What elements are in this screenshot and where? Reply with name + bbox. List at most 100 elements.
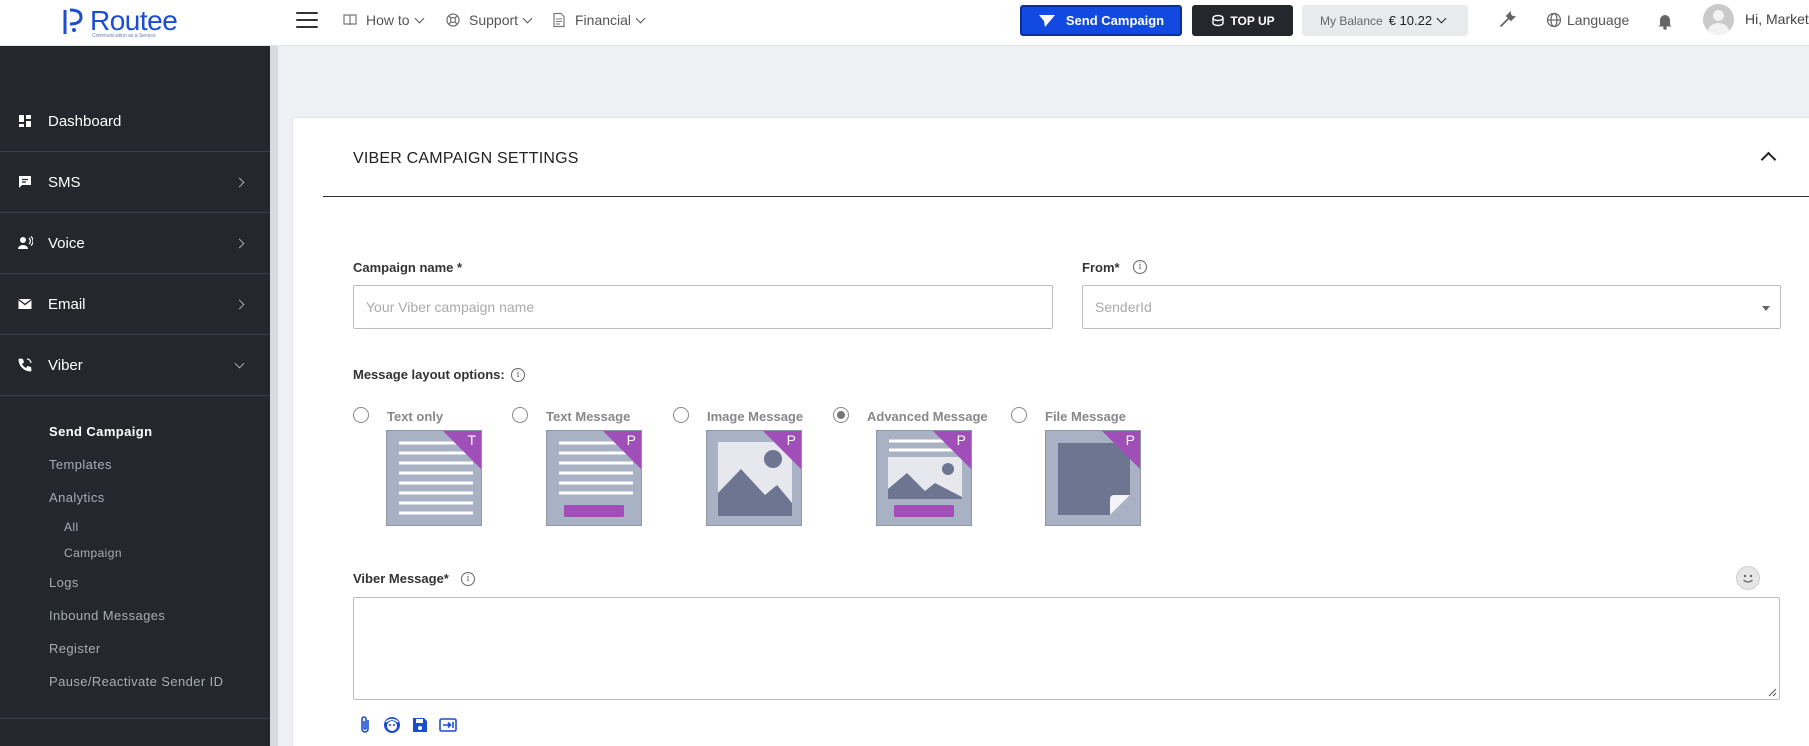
chevron-down-icon (234, 358, 245, 368)
radio-file-message[interactable] (1011, 407, 1027, 423)
sidebar-item-dashboard[interactable]: Dashboard (0, 91, 270, 152)
layout-file-message-thumbnail[interactable]: P (1045, 430, 1141, 526)
from-select[interactable]: SenderId (1082, 285, 1781, 329)
sidebar-item-sms[interactable]: SMS (0, 152, 270, 213)
chevron-down-icon (1436, 13, 1447, 24)
badge-letter: T (467, 432, 476, 448)
top-up-label: TOP UP (1230, 13, 1275, 28)
sidebar-sub-register[interactable]: Register (49, 641, 101, 656)
chevron-right-icon (234, 299, 245, 309)
chevron-right-icon (234, 177, 245, 187)
send-campaign-button[interactable]: Send Campaign (1020, 5, 1182, 36)
from-label: From* (1082, 260, 1120, 275)
sidebar-sub-all[interactable]: All (64, 520, 79, 534)
balance-value: € 10.22 (1388, 13, 1433, 28)
send-campaign-label: Send Campaign (1065, 13, 1165, 28)
layout-advanced-message-thumbnail[interactable]: P (876, 430, 972, 526)
language-label: Language (1567, 12, 1630, 28)
menu-toggle-icon[interactable] (296, 12, 318, 30)
resize-handle-icon[interactable] (1767, 687, 1777, 697)
radio-image-message[interactable] (673, 407, 689, 423)
page-title: VIBER CAMPAIGN SETTINGS (353, 150, 579, 167)
title-divider (323, 196, 1809, 197)
info-icon[interactable]: i (511, 368, 525, 382)
user-greeting[interactable]: Hi, Marketi (1745, 11, 1809, 27)
layout-text-message-thumbnail[interactable]: P (546, 430, 642, 526)
info-icon[interactable]: i (461, 572, 475, 586)
badge-letter: P (1125, 432, 1135, 448)
sidebar-item-label: SMS (48, 173, 81, 191)
campaign-name-input[interactable]: Your Viber campaign name (353, 285, 1053, 329)
radio-advanced-message[interactable] (833, 407, 849, 423)
mail-icon (18, 298, 32, 309)
sidebar-sub-analytics[interactable]: Analytics (49, 490, 105, 505)
nav-financial[interactable]: Financial (551, 0, 646, 40)
sidebar-divider (270, 46, 278, 746)
viber-message-label: Viber Message* (353, 571, 449, 586)
layout-file-message-label[interactable]: File Message (1045, 409, 1126, 424)
save-icon[interactable] (410, 715, 430, 735)
info-icon[interactable]: i (1133, 260, 1147, 274)
layout-image-message-thumbnail[interactable]: P (706, 430, 802, 526)
balance-dropdown[interactable]: My Balance € 10.22 (1302, 5, 1468, 36)
radio-text-message[interactable] (512, 407, 528, 423)
voice-icon (18, 236, 33, 249)
sidebar-sub-send-campaign[interactable]: Send Campaign (49, 424, 152, 439)
layout-options-label: Message layout options: (353, 367, 505, 382)
emoji-picker-icon[interactable] (1736, 566, 1760, 590)
sidebar-divider-line (0, 718, 270, 719)
layout-text-only-label[interactable]: Text only (387, 409, 443, 424)
caret-down-icon (1762, 306, 1770, 311)
layout-text-message-label[interactable]: Text Message (546, 409, 630, 424)
routee-logo-icon (63, 8, 83, 34)
chat-icon (19, 176, 31, 188)
globe-icon (1546, 12, 1562, 28)
layout-text-only-thumbnail[interactable]: T (386, 430, 482, 526)
nav-how-to[interactable]: How to (342, 0, 425, 40)
sidebar-sub-logs[interactable]: Logs (49, 575, 79, 590)
radio-text-only[interactable] (353, 407, 369, 423)
sidebar-sub-templates[interactable]: Templates (49, 457, 112, 472)
phone-icon (18, 358, 32, 372)
nav-how-to-label: How to (366, 12, 410, 28)
lifebuoy-icon (446, 13, 460, 27)
chevron-right-icon (234, 238, 245, 248)
nav-support[interactable]: Support (445, 0, 533, 40)
coins-icon (1212, 14, 1225, 26)
nav-support-label: Support (469, 12, 519, 28)
viber-message-textarea[interactable] (353, 597, 1780, 700)
bell-icon[interactable] (1657, 12, 1673, 30)
top-up-button[interactable]: TOP UP (1192, 5, 1293, 36)
chevron-down-icon (635, 13, 646, 23)
sidebar-sub-campaign[interactable]: Campaign (64, 546, 122, 560)
chevron-down-icon (414, 13, 425, 23)
sidebar-sub-inbound[interactable]: Inbound Messages (49, 608, 165, 623)
dashboard-icon (19, 115, 31, 127)
sidebar-item-label: Viber (48, 356, 83, 374)
paperclip-icon[interactable] (355, 715, 375, 735)
campaign-name-label: Campaign name * (353, 260, 463, 275)
sidebar-item-voice[interactable]: Voice (0, 213, 270, 274)
layout-advanced-message-label[interactable]: Advanced Message (867, 409, 988, 424)
sidebar-item-label: Email (48, 295, 86, 313)
avatar[interactable] (1703, 4, 1734, 35)
tools-icon[interactable] (1497, 10, 1517, 30)
paper-plane-icon (1038, 14, 1055, 27)
language-selector[interactable]: Language (1546, 0, 1629, 40)
sidebar-item-label: Voice (48, 234, 85, 252)
badge-letter: P (626, 432, 636, 448)
chevron-down-icon (522, 13, 533, 23)
sidebar-sub-pause-sender[interactable]: Pause/Reactivate Sender ID (49, 674, 223, 689)
personalize-icon[interactable] (382, 715, 402, 735)
insert-template-icon[interactable] (438, 715, 458, 735)
balance-label: My Balance (1320, 13, 1383, 28)
brand-tagline: Communication as a Service (92, 33, 156, 39)
from-select-value: SenderId (1095, 299, 1152, 315)
nav-financial-label: Financial (575, 12, 632, 28)
sidebar-item-email[interactable]: Email (0, 274, 270, 335)
routee-logo[interactable]: Routee Communication as a Service (58, 4, 188, 40)
sidebar-item-viber[interactable]: Viber (0, 335, 270, 396)
layout-image-message-label[interactable]: Image Message (707, 409, 803, 424)
sidebar-item-label: Dashboard (48, 112, 122, 130)
top-bar: Routee Communication as a Service How to… (0, 0, 1809, 46)
